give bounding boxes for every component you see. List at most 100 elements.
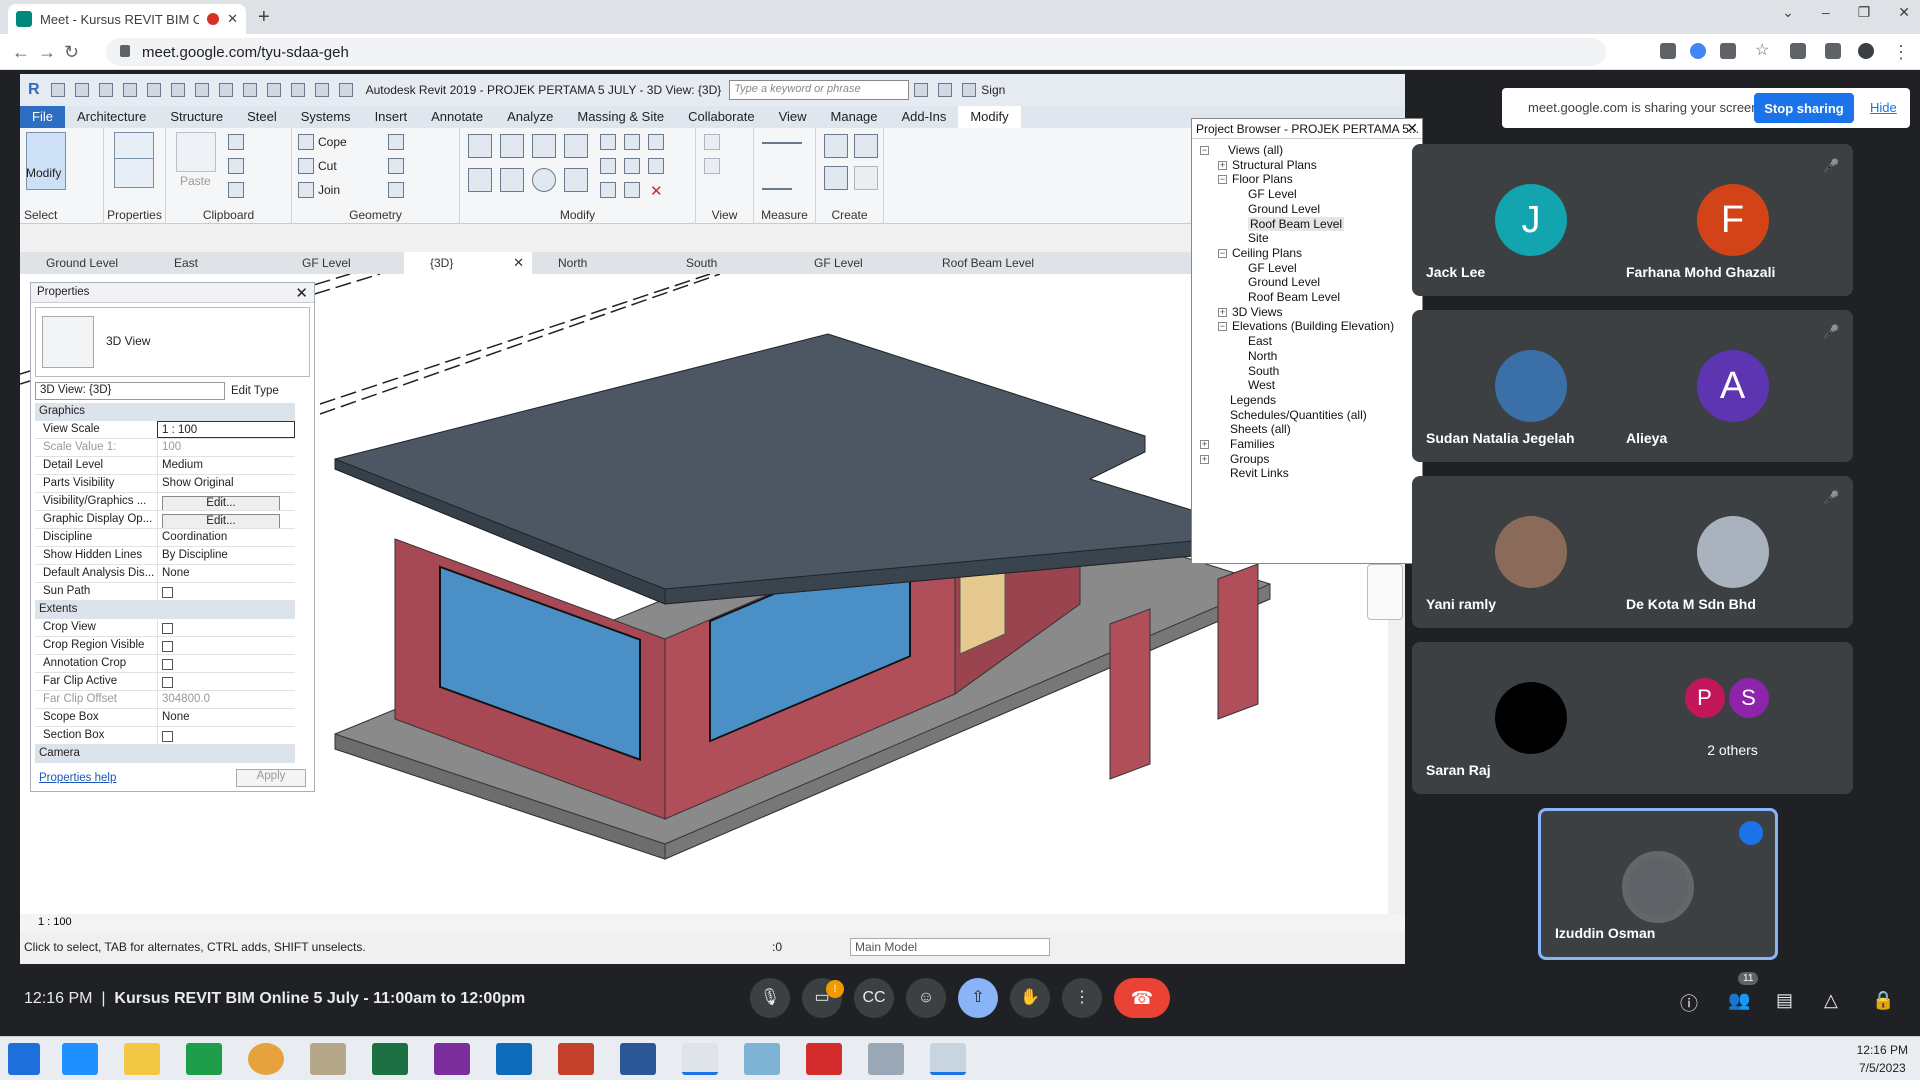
mirror-draw-icon[interactable] <box>564 134 588 158</box>
create-assembly-icon[interactable] <box>824 134 848 158</box>
select-label[interactable]: Select <box>20 208 103 222</box>
property-value[interactable]: Edit... <box>157 511 295 528</box>
minimize-icon[interactable]: – <box>1822 4 1830 21</box>
participant-tile[interactable]: F 🎤 Farhana Mohd Ghazali <box>1612 144 1853 296</box>
media-icon[interactable] <box>248 1043 284 1075</box>
ribbon-tab-modify[interactable]: Modify <box>958 106 1021 128</box>
browser-menu-icon[interactable]: ⋮ <box>1892 42 1910 63</box>
dimension-icon[interactable] <box>762 166 792 190</box>
print-icon[interactable] <box>170 83 185 97</box>
move-icon[interactable] <box>468 168 492 192</box>
cut-geometry-icon[interactable] <box>298 158 314 174</box>
browser-tree-item[interactable]: Floor Plans <box>1232 172 1293 186</box>
participant-tile[interactable]: A 🎤 Alieya <box>1612 310 1853 462</box>
split-face-icon[interactable] <box>388 158 404 174</box>
captions-button[interactable]: CC <box>854 978 894 1018</box>
self-tile[interactable]: Izuddin Osman <box>1538 808 1778 960</box>
sign-in-button[interactable]: Sign <box>981 83 1005 97</box>
property-edit-button[interactable]: Edit... <box>162 514 280 528</box>
property-checkbox[interactable] <box>162 731 173 742</box>
create-similar-icon[interactable] <box>854 166 878 190</box>
view-tab[interactable]: Ground Level <box>20 252 148 274</box>
property-checkbox[interactable] <box>162 677 173 688</box>
ribbon-tab-structure[interactable]: Structure <box>158 106 235 128</box>
ribbon-tab-systems[interactable]: Systems <box>289 106 363 128</box>
ribbon-tab-analyze[interactable]: Analyze <box>495 106 565 128</box>
view-tab[interactable]: Roof Beam Level <box>916 252 1044 274</box>
redo-icon[interactable] <box>146 83 161 97</box>
property-section[interactable]: Camera <box>35 745 295 763</box>
browser-tree-item[interactable]: South <box>1248 364 1279 378</box>
browser-tree-item[interactable]: Roof Beam Level <box>1248 290 1340 304</box>
property-checkbox[interactable] <box>162 641 173 652</box>
property-value[interactable] <box>157 727 295 744</box>
instance-selector[interactable]: 3D View: {3D} <box>35 382 225 400</box>
ribbon-tab-view[interactable]: View <box>767 106 819 128</box>
rotate-icon[interactable] <box>532 168 556 192</box>
cope-label[interactable]: Cope <box>318 135 347 149</box>
tree-expander-icon[interactable]: + <box>1200 454 1209 464</box>
browser-tree-item[interactable]: 3D Views <box>1232 305 1282 319</box>
browser-tree-item[interactable]: Legends <box>1230 393 1276 407</box>
trim-icon[interactable] <box>564 168 588 192</box>
browser-tree-item[interactable]: Groups <box>1230 452 1269 466</box>
tree-expander-icon[interactable]: − <box>1218 175 1227 185</box>
property-value[interactable]: Edit... <box>157 493 295 510</box>
save-icon[interactable] <box>74 83 89 97</box>
tree-expander-icon[interactable]: + <box>1200 440 1209 449</box>
google-icon[interactable] <box>1690 43 1706 59</box>
property-checkbox[interactable] <box>162 623 173 634</box>
binoculars-icon[interactable] <box>914 83 929 97</box>
property-value[interactable] <box>157 655 295 672</box>
cut-label[interactable]: Cut <box>318 159 337 173</box>
view-tab[interactable]: GF Level <box>276 252 404 274</box>
new-tab-button[interactable]: + <box>258 6 270 29</box>
unpin-icon[interactable] <box>648 134 664 150</box>
paint-icon[interactable] <box>388 182 404 198</box>
start-button-icon[interactable] <box>8 1043 40 1075</box>
close-properties-icon[interactable]: ✕ <box>295 284 308 302</box>
mirror-axis-icon[interactable] <box>532 134 556 158</box>
chrome-icon[interactable] <box>682 1043 718 1075</box>
property-value[interactable]: 304800.0 <box>157 691 295 708</box>
section-icon[interactable] <box>290 83 305 97</box>
text-icon[interactable] <box>242 83 257 97</box>
view-tab[interactable]: South <box>660 252 788 274</box>
outlook-icon[interactable] <box>496 1043 532 1075</box>
meeting-details-icon[interactable]: ⓘ <box>1680 990 1698 1016</box>
measure-between-icon[interactable] <box>762 134 802 144</box>
measure-icon[interactable] <box>194 83 209 97</box>
property-value[interactable]: Show Original <box>157 475 295 492</box>
ribbon-tab-collaborate[interactable]: Collaborate <box>676 106 767 128</box>
offset-icon[interactable] <box>500 134 524 158</box>
onenote-icon[interactable] <box>434 1043 470 1075</box>
tree-expander-icon[interactable]: − <box>1200 146 1209 155</box>
browser-tree-item[interactable]: Sheets (all) <box>1230 422 1291 436</box>
microphone-button[interactable]: 🎙 <box>750 978 790 1018</box>
close-browser-icon[interactable]: ✕ <box>1406 120 1418 137</box>
archive-icon[interactable] <box>310 1043 346 1075</box>
create-group-icon[interactable] <box>824 166 848 190</box>
sidepanel-icon[interactable] <box>1825 43 1841 59</box>
system-clock[interactable]: 12:16 PM 7/5/2023 <box>1857 1041 1908 1077</box>
powerpoint-icon[interactable] <box>558 1043 594 1075</box>
ribbon-tab-massing-site[interactable]: Massing & Site <box>565 106 676 128</box>
host-controls-icon[interactable]: 🔒 <box>1872 990 1894 1011</box>
switch-windows-icon[interactable] <box>338 83 353 97</box>
favorites-star-icon[interactable] <box>962 83 977 97</box>
copy-icon[interactable] <box>228 158 244 174</box>
scale-indicator[interactable]: 1 : 100 <box>38 916 72 928</box>
model-selector[interactable]: Main Model <box>850 938 1050 956</box>
more-options-button[interactable]: ⋮ <box>1062 978 1102 1018</box>
revit-logo-icon[interactable]: R <box>28 81 40 99</box>
browser-tab-meet[interactable]: Meet - Kursus REVIT BIM Online ✕ <box>8 4 246 34</box>
property-value[interactable] <box>157 619 295 636</box>
delete-icon[interactable]: ✕ <box>650 182 663 200</box>
file-explorer-icon[interactable] <box>124 1043 160 1075</box>
property-value[interactable]: Coordination <box>157 529 295 546</box>
property-section[interactable]: Extents <box>35 601 295 619</box>
internet-explorer-icon[interactable] <box>62 1043 98 1075</box>
join-icon[interactable] <box>298 182 314 198</box>
store-icon[interactable] <box>186 1043 222 1075</box>
address-bar[interactable]: meet.google.com/tyu-sdaa-geh <box>106 38 1606 66</box>
